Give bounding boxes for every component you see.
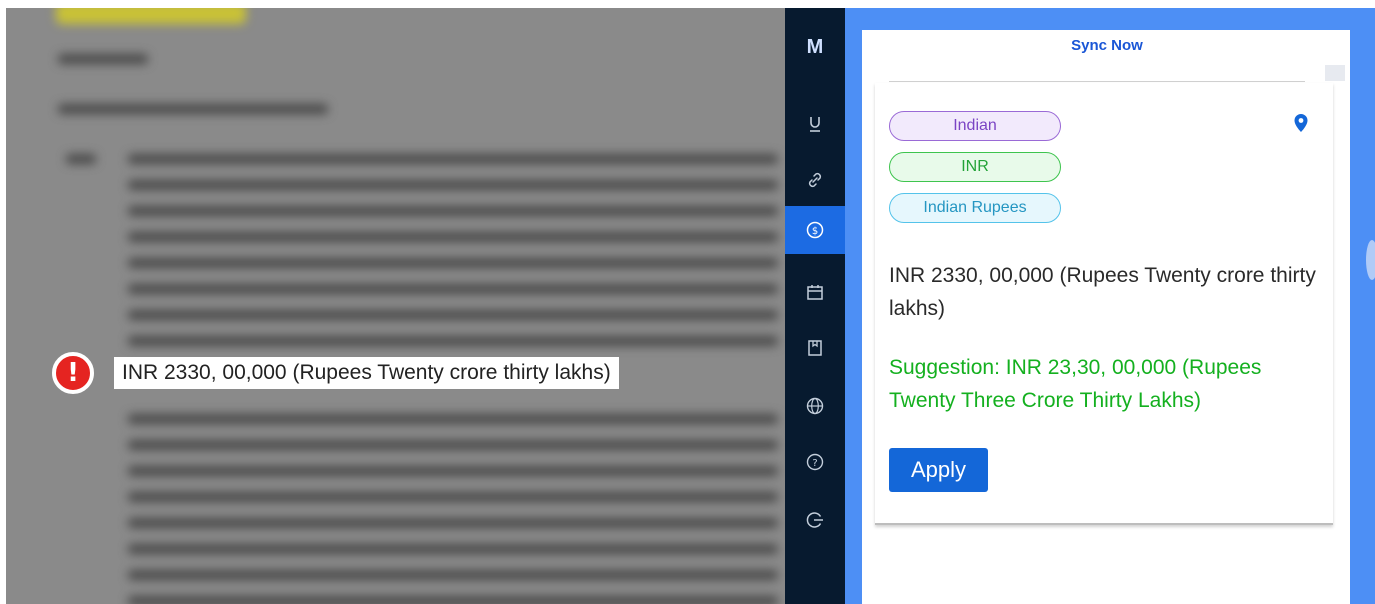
document-area: [6, 8, 785, 604]
dollar-icon[interactable]: $: [785, 206, 845, 254]
calendar-icon[interactable]: [785, 268, 845, 316]
sidebar-rail: M $ ?: [785, 8, 845, 604]
apply-button[interactable]: Apply: [889, 448, 988, 492]
logout-icon[interactable]: [785, 496, 845, 544]
original-text: INR 2330, 00,000 (Rupees Twenty crore th…: [889, 264, 1316, 320]
bookmark-icon[interactable]: [785, 324, 845, 372]
suggestion-text: Suggestion: INR 23,30, 00,000 (Rupees Tw…: [889, 356, 1262, 412]
app-logo: M: [806, 36, 824, 58]
edge-decoration: [1366, 240, 1375, 280]
tag-indian[interactable]: Indian: [889, 111, 1061, 141]
blurred-document-text: [6, 8, 785, 604]
link-icon[interactable]: [785, 156, 845, 204]
suggestion-panel: Sync Now Indian INR Indian Rupees INR 23…: [845, 8, 1375, 604]
svg-text:?: ?: [812, 458, 817, 469]
help-icon[interactable]: ?: [785, 438, 845, 486]
suggestion-card: Indian INR Indian Rupees INR 2330, 00,00…: [875, 81, 1333, 525]
svg-text:$: $: [812, 226, 818, 237]
exclamation-circle-icon[interactable]: !: [52, 352, 94, 394]
underline-icon[interactable]: [785, 100, 845, 148]
scrollbar[interactable]: [1325, 65, 1345, 81]
tag-inr[interactable]: INR: [889, 152, 1061, 182]
sync-now-button[interactable]: Sync Now: [869, 33, 1345, 57]
location-pin-icon[interactable]: [1293, 113, 1309, 138]
flagged-text[interactable]: INR 2330, 00,000 (Rupees Twenty crore th…: [114, 357, 619, 389]
flagged-issue[interactable]: ! INR 2330, 00,000 (Rupees Twenty crore …: [52, 352, 619, 394]
tag-indian-rupees[interactable]: Indian Rupees: [889, 193, 1061, 223]
globe-icon[interactable]: [785, 382, 845, 430]
